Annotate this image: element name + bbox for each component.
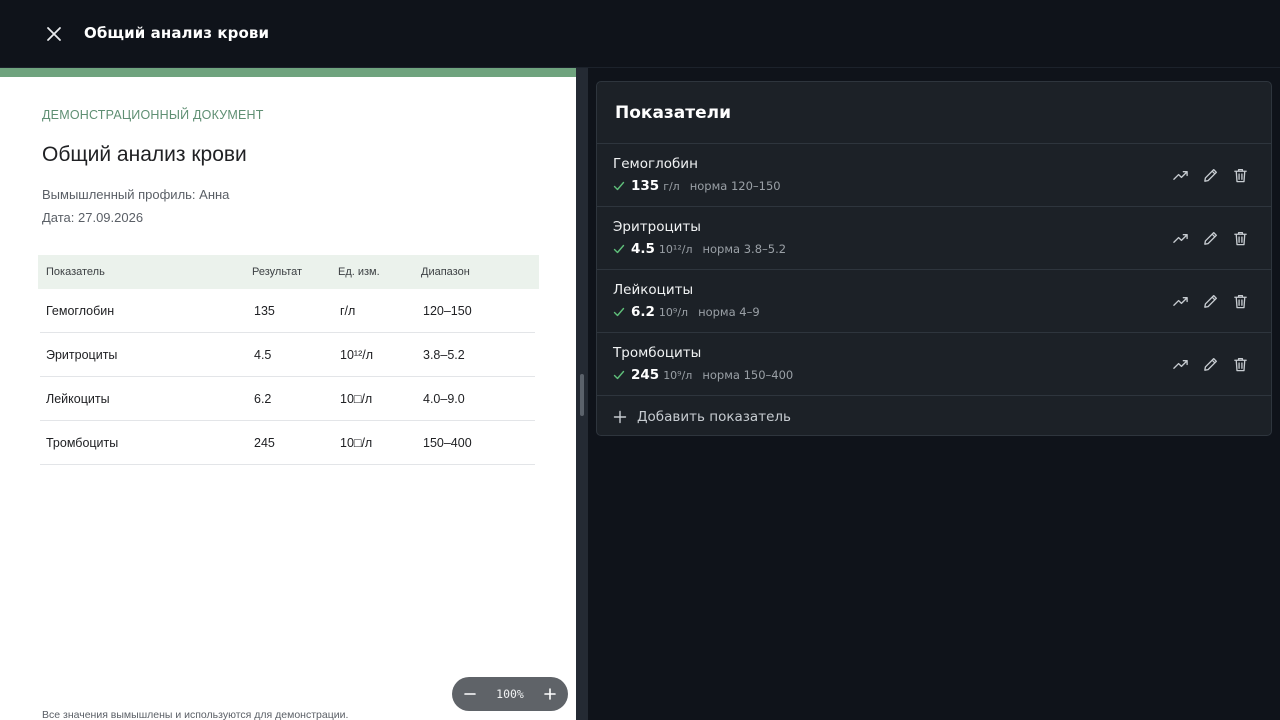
- metric-summary: 245 10⁹/л норма 150–400: [613, 367, 793, 383]
- metric-name: Гемоглобин: [613, 156, 698, 172]
- panel-header: Показатели: [597, 82, 1271, 144]
- zoom-control: 100%: [452, 677, 568, 711]
- splitter-drag-handle[interactable]: [580, 374, 584, 416]
- metric-name: Лейкоциты: [613, 282, 694, 298]
- metric-row: Эритроциты 4.5 10¹²/л норма 3.8–5.2: [597, 207, 1271, 270]
- metric-name: Эритроциты: [613, 219, 701, 235]
- table-cell: 245: [254, 435, 275, 450]
- metric-value: 4.5: [631, 241, 655, 257]
- results-table: Показатель Результат Ед. изм. Диапазон Г…: [38, 255, 539, 465]
- column-header: Результат: [252, 266, 303, 278]
- trend-icon[interactable]: [1171, 292, 1189, 310]
- edit-pencil-icon[interactable]: [1201, 166, 1219, 184]
- trash-icon[interactable]: [1231, 229, 1249, 247]
- table-row: Тромбоциты 245 10□/л 150–400: [40, 421, 535, 465]
- edit-pencil-icon[interactable]: [1201, 355, 1219, 373]
- document-kicker: ДЕМОНСТРАЦИОННЫЙ ДОКУМЕНТ: [42, 108, 264, 122]
- table-cell: 6.2: [254, 391, 272, 406]
- document-accent-bar: [0, 68, 576, 77]
- metric-range: норма 3.8–5.2: [702, 242, 787, 256]
- metric-unit: 10⁹/л: [658, 306, 689, 319]
- table-cell: Тромбоциты: [46, 435, 119, 450]
- table-cell: 10□/л: [340, 391, 373, 406]
- row-actions: [1171, 166, 1249, 184]
- table-cell: 135: [254, 303, 275, 318]
- pane-splitter: [576, 68, 588, 720]
- row-actions: [1171, 229, 1249, 247]
- metric-range: норма 120–150: [689, 179, 781, 193]
- table-cell: Эритроциты: [46, 347, 118, 362]
- document-title: Общий анализ крови: [42, 143, 247, 166]
- metric-summary: 6.2 10⁹/л норма 4–9: [613, 304, 760, 320]
- metric-value: 135: [631, 178, 660, 194]
- metric-summary: 4.5 10¹²/л норма 3.8–5.2: [613, 241, 786, 257]
- metric-value: 6.2: [631, 304, 655, 320]
- zoom-level: 100%: [496, 687, 524, 701]
- close-icon[interactable]: [44, 24, 64, 44]
- table-cell: 10□/л: [340, 435, 373, 450]
- table-cell: 120–150: [423, 303, 472, 318]
- metric-value: 245: [631, 367, 660, 383]
- edit-pencil-icon[interactable]: [1201, 229, 1219, 247]
- table-cell: 4.0–9.0: [423, 391, 465, 406]
- page-title: Общий анализ крови: [84, 24, 270, 42]
- check-icon: [613, 244, 625, 254]
- trash-icon[interactable]: [1231, 166, 1249, 184]
- metric-range: норма 4–9: [698, 305, 760, 319]
- add-metric-button[interactable]: Добавить показатель: [597, 396, 1271, 435]
- column-header: Показатель: [46, 266, 105, 278]
- panel-title: Показатели: [615, 102, 732, 123]
- trend-icon[interactable]: [1171, 166, 1189, 184]
- table-cell: 4.5: [254, 347, 272, 362]
- document-footer-note: Все значения вымышлены и используются дл…: [42, 709, 349, 720]
- add-metric-label: Добавить показатель: [637, 408, 791, 425]
- edit-pencil-icon[interactable]: [1201, 292, 1219, 310]
- trend-icon[interactable]: [1171, 355, 1189, 373]
- document-date: Дата: 27.09.2026: [42, 210, 144, 225]
- metric-row: Гемоглобин 135 г/л норма 120–150: [597, 144, 1271, 207]
- trash-icon[interactable]: [1231, 355, 1249, 373]
- metric-name: Тромбоциты: [613, 345, 702, 361]
- metric-row: Лейкоциты 6.2 10⁹/л норма 4–9: [597, 270, 1271, 333]
- row-actions: [1171, 292, 1249, 310]
- table-cell: Гемоглобин: [46, 303, 115, 318]
- check-icon: [613, 307, 625, 317]
- plus-icon: [613, 410, 627, 423]
- table-row: Эритроциты 4.5 10¹²/л 3.8–5.2: [40, 333, 535, 377]
- metric-unit: 10⁹/л: [663, 369, 693, 382]
- table-cell: 10¹²/л: [340, 347, 373, 362]
- top-bar: Общий анализ крови: [0, 0, 1280, 68]
- minus-icon[interactable]: [462, 686, 478, 702]
- metric-summary: 135 г/л норма 120–150: [613, 178, 781, 194]
- column-header: Ед. изм.: [338, 266, 380, 278]
- document-preview: ДЕМОНСТРАЦИОННЫЙ ДОКУМЕНТ Общий анализ к…: [0, 68, 576, 720]
- check-icon: [613, 181, 625, 191]
- table-row: Лейкоциты 6.2 10□/л 4.0–9.0: [40, 377, 535, 421]
- table-row: Гемоглобин 135 г/л 120–150: [40, 289, 535, 333]
- indicators-panel: Показатели Гемоглобин 135 г/л норма 120–…: [596, 81, 1272, 436]
- plus-icon[interactable]: [542, 686, 558, 702]
- metric-unit: 10¹²/л: [658, 243, 693, 256]
- metric-range: норма 150–400: [702, 368, 794, 382]
- table-cell: 150–400: [423, 435, 472, 450]
- document-profile: Вымышленный профиль: Анна: [42, 187, 230, 202]
- metric-row: Тромбоциты 245 10⁹/л норма 150–400: [597, 333, 1271, 396]
- table-cell: г/л: [340, 303, 356, 318]
- metric-unit: г/л: [663, 180, 680, 193]
- row-actions: [1171, 355, 1249, 373]
- trash-icon[interactable]: [1231, 292, 1249, 310]
- trend-icon[interactable]: [1171, 229, 1189, 247]
- table-cell: 3.8–5.2: [423, 347, 465, 362]
- column-header: Диапазон: [421, 266, 470, 278]
- table-cell: Лейкоциты: [46, 391, 110, 406]
- table-header: Показатель Результат Ед. изм. Диапазон: [38, 255, 539, 289]
- check-icon: [613, 370, 625, 380]
